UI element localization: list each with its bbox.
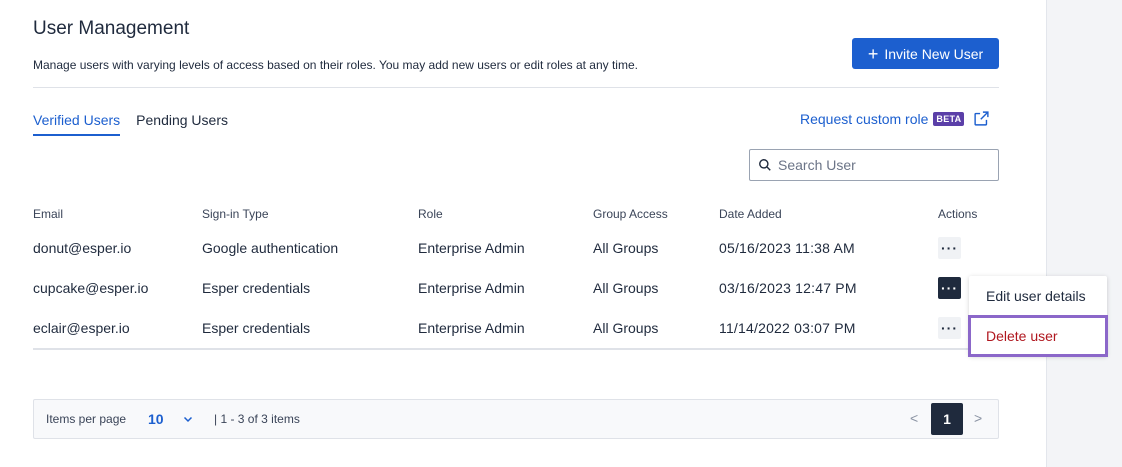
invite-new-user-button[interactable]: + Invite New User bbox=[852, 38, 999, 69]
row-email: cupcake@esper.io bbox=[33, 280, 149, 296]
row-group-access: All Groups bbox=[593, 240, 659, 256]
main-content: User Management Manage users with varyin… bbox=[0, 0, 1046, 467]
row-actions-button[interactable]: ··· bbox=[938, 237, 961, 259]
column-header-email[interactable]: Email bbox=[33, 207, 63, 221]
invite-button-label: Invite New User bbox=[884, 45, 984, 62]
page-subtitle: Manage users with varying levels of acce… bbox=[33, 58, 638, 72]
row-date-added: 05/16/2023 11:38 AM bbox=[719, 240, 855, 256]
row-date-added: 03/16/2023 12:47 PM bbox=[719, 280, 857, 296]
chevron-down-icon bbox=[183, 416, 192, 423]
edit-user-details-menu-item[interactable]: Edit user details bbox=[969, 276, 1107, 316]
request-custom-role-label: Request custom role bbox=[800, 110, 929, 127]
row-signin-type: Google authentication bbox=[202, 240, 339, 256]
row-actions-menu: Edit user details Delete user bbox=[968, 276, 1108, 357]
external-link-icon bbox=[974, 111, 990, 126]
search-input[interactable] bbox=[778, 157, 988, 173]
page-title: User Management bbox=[33, 18, 190, 39]
plus-icon: + bbox=[867, 43, 879, 64]
column-header-actions: Actions bbox=[938, 207, 978, 221]
items-range-text: | 1 - 3 of 3 items bbox=[214, 412, 300, 426]
beta-badge: BETA bbox=[933, 111, 965, 126]
header-divider bbox=[33, 87, 999, 88]
column-header-group-access[interactable]: Group Access bbox=[593, 207, 668, 221]
search-icon bbox=[759, 159, 771, 171]
column-header-signin-type[interactable]: Sign-in Type bbox=[202, 207, 269, 221]
row-email: donut@esper.io bbox=[33, 240, 132, 256]
table-bottom-border bbox=[33, 348, 999, 350]
tab-verified-users[interactable]: Verified Users bbox=[33, 112, 121, 136]
row-group-access: All Groups bbox=[593, 280, 659, 296]
right-side-panel bbox=[1046, 0, 1122, 467]
items-per-page-label: Items per page bbox=[46, 412, 127, 426]
page-1-button[interactable]: 1 bbox=[931, 403, 963, 435]
row-actions-button[interactable]: ··· bbox=[938, 317, 961, 339]
search-box bbox=[749, 149, 999, 181]
row-signin-type: Esper credentials bbox=[202, 280, 311, 296]
row-role: Enterprise Admin bbox=[418, 240, 525, 256]
row-role: Enterprise Admin bbox=[418, 320, 525, 336]
next-page-button[interactable]: > bbox=[974, 410, 982, 426]
column-header-role[interactable]: Role bbox=[418, 207, 443, 221]
pagination-bar: Items per page 10 | 1 - 3 of 3 items < 1… bbox=[33, 399, 999, 439]
previous-page-button[interactable]: < bbox=[910, 410, 918, 426]
row-email: eclair@esper.io bbox=[33, 320, 130, 336]
column-header-date-added[interactable]: Date Added bbox=[719, 207, 782, 221]
request-custom-role-link[interactable]: Request custom role BETA bbox=[800, 110, 990, 127]
tab-pending-users[interactable]: Pending Users bbox=[136, 112, 228, 136]
row-signin-type: Esper credentials bbox=[202, 320, 311, 336]
row-group-access: All Groups bbox=[593, 320, 659, 336]
user-tabs: Verified Users Pending Users bbox=[33, 112, 228, 136]
items-per-page-value: 10 bbox=[148, 411, 164, 427]
items-per-page-select[interactable]: 10 bbox=[148, 411, 194, 427]
row-date-added: 11/14/2022 03:07 PM bbox=[719, 320, 856, 336]
delete-user-menu-item[interactable]: Delete user bbox=[968, 315, 1108, 357]
row-role: Enterprise Admin bbox=[418, 280, 525, 296]
row-actions-button[interactable]: ··· bbox=[938, 277, 961, 299]
